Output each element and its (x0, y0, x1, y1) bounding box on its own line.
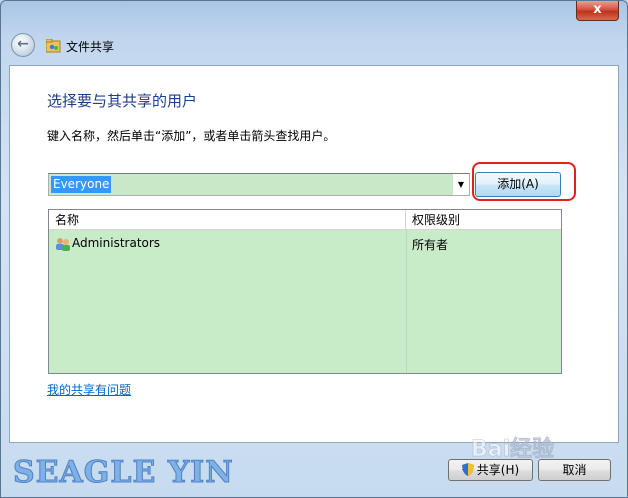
window-title: 文件共享 (66, 40, 115, 54)
column-header-permission[interactable]: 权限级别 (406, 210, 561, 230)
user-name-input[interactable]: Everyone (51, 176, 112, 193)
share-button[interactable]: 共享(H) (448, 459, 533, 481)
titlebar: ← 文件共享 (9, 31, 619, 63)
close-button[interactable]: x (576, 1, 619, 21)
user-name: Administrators (72, 236, 161, 250)
dialog-body: 选择要与其共享的用户 键入名称，然后单击“添加”，或者单击箭头查找用户。 Eve… (9, 65, 619, 443)
uac-shield-icon (461, 463, 474, 476)
cancel-button[interactable]: 取消 (538, 459, 611, 481)
dropdown-arrow-icon[interactable]: ▼ (453, 174, 469, 195)
back-button[interactable]: ← (11, 33, 35, 57)
permission-level: 所有者 (412, 238, 449, 252)
share-button-label: 共享(H) (476, 463, 520, 477)
user-group-icon (56, 238, 70, 251)
list-header: 名称 权限级别 (49, 210, 561, 230)
help-link[interactable]: 我的共享有问题 (47, 381, 131, 398)
instruction-text: 键入名称，然后单击“添加”，或者单击箭头查找用户。 (47, 129, 336, 143)
back-arrow-icon: ← (17, 36, 29, 52)
user-list[interactable]: 名称 权限级别 Administrators 所有者 (48, 209, 562, 374)
table-row[interactable]: Administrators 所有者 (49, 235, 561, 253)
share-window: x ← 文件共享 选择要与其共享的用户 键入名称，然后单击“添加”，或者单击箭头… (0, 0, 628, 498)
column-header-name[interactable]: 名称 (49, 210, 406, 230)
user-name-combobox[interactable]: Everyone ▼ (48, 173, 470, 196)
page-title: 选择要与其共享的用户 (47, 92, 198, 110)
watermark-text: SEAGLE YIN (13, 455, 234, 491)
add-button[interactable]: 添加(A) (475, 172, 561, 197)
shared-folder-icon (46, 39, 61, 53)
